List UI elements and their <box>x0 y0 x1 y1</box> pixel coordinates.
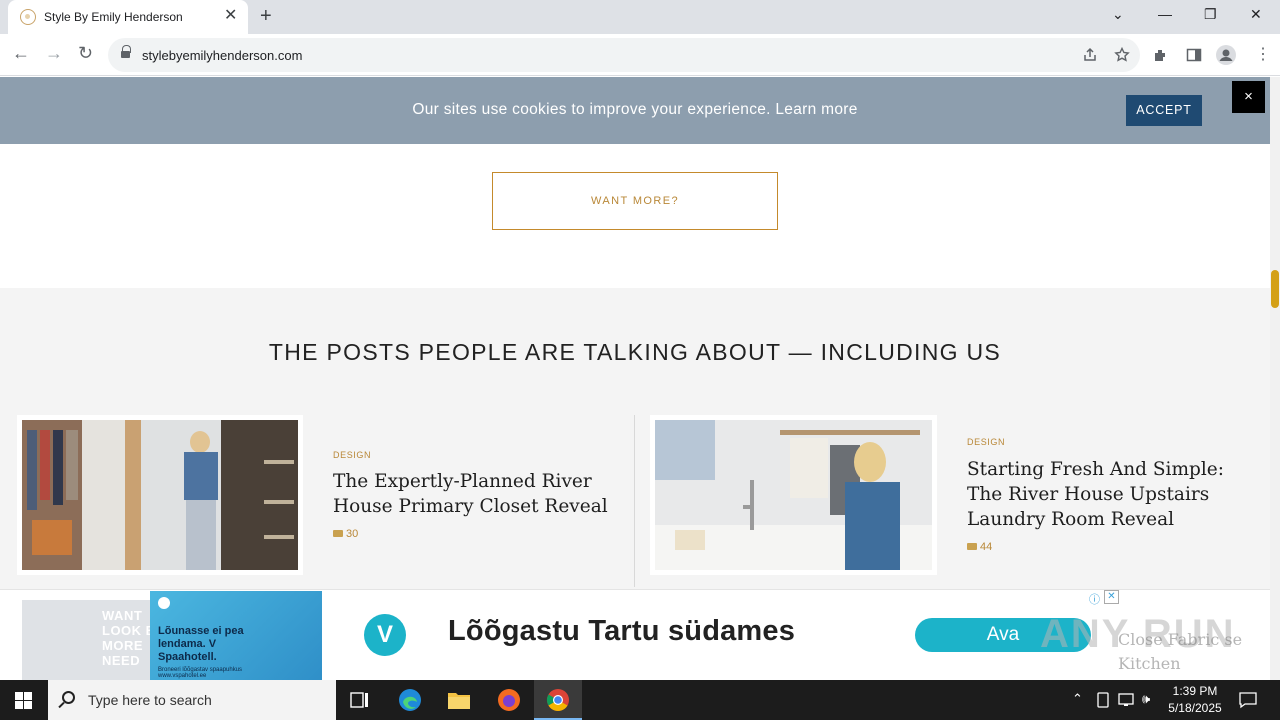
tab-title: Style By Emily Henderson <box>44 10 183 24</box>
comment-count[interactable]: 44 <box>967 541 992 553</box>
browser-toolbar: ← → ↻ stylebyemilyhenderson.com ⋮ <box>0 34 1280 76</box>
volume-icon[interactable]: 🕪 <box>1142 691 1150 707</box>
chrome-taskbar-button[interactable] <box>534 680 582 720</box>
closet-photo <box>22 420 298 570</box>
taskbar-search-box[interactable]: Type here to search <box>48 680 336 720</box>
section-heading: THE POSTS PEOPLE ARE TALKING ABOUT — INC… <box>268 339 1002 365</box>
lock-icon[interactable] <box>121 45 131 60</box>
clock-date: 5/18/2025 <box>1168 701 1222 715</box>
forward-button[interactable]: → <box>45 43 63 64</box>
clock-time: 1:39 PM <box>1172 684 1218 698</box>
site-favicon-icon <box>20 9 36 25</box>
search-placeholder[interactable]: Type here to search <box>88 692 212 708</box>
post-category[interactable]: DESIGN <box>967 437 1005 447</box>
post-image-closet[interactable] <box>17 415 303 575</box>
search-icon <box>62 691 75 704</box>
tray-device-icon[interactable] <box>1096 692 1110 708</box>
browser-tab-bar: Style By Emily Henderson ✕ + ⌄ — ❐ ✕ <box>0 0 1280 34</box>
tab-close-icon[interactable]: ✕ <box>224 8 237 24</box>
file-explorer-icon[interactable] <box>447 689 471 711</box>
minimize-button[interactable]: — <box>1158 6 1172 22</box>
ad-right-text: Close Fabric se Kitchen <box>1118 630 1243 673</box>
reload-button[interactable]: ↻ <box>78 43 93 64</box>
accept-cookies-button[interactable]: ACCEPT <box>1126 95 1202 126</box>
extensions-icon[interactable] <box>1153 47 1169 63</box>
share-icon[interactable] <box>1082 47 1098 63</box>
cookie-banner: Our sites use cookies to improve your ex… <box>0 77 1270 144</box>
edge-browser-icon[interactable] <box>398 688 422 712</box>
new-tab-button[interactable]: + <box>260 5 272 28</box>
address-bar[interactable]: stylebyemilyhenderson.com <box>108 38 1140 72</box>
windows-taskbar: Type here to search ⌃ 🕪 1:39 PM 5/18/202… <box>0 680 1280 720</box>
browser-tab[interactable]: Style By Emily Henderson ✕ <box>8 0 248 34</box>
post-image-laundry[interactable] <box>650 415 937 575</box>
want-more-button[interactable]: WANT MORE? <box>492 172 778 230</box>
bookmark-star-icon[interactable] <box>1114 47 1130 63</box>
cookie-message[interactable]: Our sites use cookies to improve your ex… <box>0 101 1270 119</box>
ad-headline[interactable]: Lõõgastu Tartu südames <box>448 615 795 648</box>
ad-logo-icon[interactable]: V <box>364 614 406 656</box>
task-view-icon[interactable] <box>350 691 370 709</box>
network-icon[interactable] <box>1118 692 1136 708</box>
ad-hotel-sub: Broneeri lõõgastav spaapuhkus www.vspaho… <box>158 667 243 679</box>
back-button[interactable]: ← <box>12 43 30 64</box>
ad-banner[interactable]: WANT LOOK BI & MORE NEED Lõunasse ei pea… <box>0 589 1270 680</box>
post-category[interactable]: DESIGN <box>333 450 371 460</box>
menu-kebab-icon[interactable]: ⋮ <box>1255 44 1271 64</box>
ad-close-icon[interactable]: ✕ <box>1104 590 1119 604</box>
side-panel-icon[interactable] <box>1186 47 1202 63</box>
page-scrollbar[interactable] <box>1270 77 1280 680</box>
web-page: Our sites use cookies to improve your ex… <box>0 77 1270 680</box>
taskbar-clock[interactable]: 1:39 PM 5/18/2025 <box>1160 683 1230 717</box>
ad-hotel-text: Lõunasse ei pea lendama. V Spaahotell. <box>158 625 244 663</box>
post-title[interactable]: Starting Fresh And Simple: The River Hou… <box>967 457 1259 532</box>
url-text[interactable]: stylebyemilyhenderson.com <box>142 48 302 63</box>
comment-count[interactable]: 30 <box>333 528 358 540</box>
hotel-logo-icon <box>158 597 170 609</box>
ad-left-image[interactable]: WANT LOOK BI & MORE NEED <box>22 600 173 680</box>
close-banner-button[interactable]: × <box>1232 81 1265 113</box>
ad-hotel-image[interactable]: Lõunasse ei pea lendama. V Spaahotell. B… <box>150 591 322 680</box>
profile-avatar-icon[interactable] <box>1215 44 1237 66</box>
posts-divider <box>634 415 635 587</box>
close-window-button[interactable]: ✕ <box>1250 6 1262 23</box>
tray-chevron-icon[interactable]: ⌃ <box>1072 691 1083 707</box>
tab-search-icon[interactable]: ⌄ <box>1112 6 1124 23</box>
windows-start-icon[interactable] <box>15 692 32 709</box>
scrollbar-thumb[interactable] <box>1271 270 1279 308</box>
laundry-photo <box>655 420 932 570</box>
restore-button[interactable]: ❐ <box>1204 6 1217 23</box>
chrome-icon <box>547 689 569 711</box>
ad-info-icon[interactable]: ⓘ <box>1089 591 1100 607</box>
firefox-icon[interactable] <box>497 688 521 712</box>
post-title[interactable]: The Expertly-Planned River House Primary… <box>333 469 613 519</box>
notifications-icon[interactable] <box>1239 691 1257 709</box>
